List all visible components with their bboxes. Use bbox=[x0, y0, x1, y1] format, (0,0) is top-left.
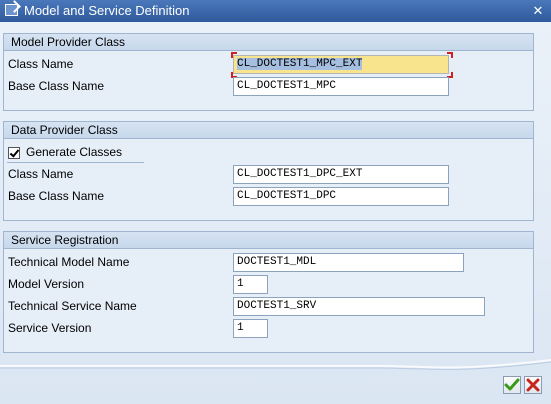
generate-classes-checkbox[interactable] bbox=[8, 147, 20, 159]
continue-button[interactable] bbox=[503, 376, 521, 394]
tech-model-name-input[interactable]: DOCTEST1_MDL bbox=[233, 253, 464, 272]
model-version-input[interactable]: 1 bbox=[233, 275, 268, 294]
mpc-class-name-label: Class Name bbox=[8, 57, 74, 71]
focus-corner bbox=[447, 52, 453, 58]
tech-model-name-label: Technical Model Name bbox=[8, 255, 130, 269]
tech-service-name-input[interactable]: DOCTEST1_SRV bbox=[233, 297, 485, 316]
footer-decoration bbox=[0, 359, 551, 370]
generate-classes-label[interactable]: Generate Classes bbox=[26, 145, 122, 159]
model-provider-header: Model Provider Class bbox=[4, 34, 533, 51]
data-provider-header: Data Provider Class bbox=[4, 122, 533, 139]
mpc-base-class-input[interactable]: CL_DOCTEST1_MPC bbox=[233, 77, 449, 96]
dpc-base-class-label: Base Class Name bbox=[8, 189, 105, 203]
service-version-input[interactable]: 1 bbox=[233, 319, 268, 338]
mpc-class-name-value: CL_DOCTEST1_MPC_EXT bbox=[237, 58, 363, 70]
cancel-button[interactable] bbox=[524, 376, 542, 394]
checkbox-underline bbox=[7, 162, 144, 163]
mpc-base-class-label: Base Class Name bbox=[8, 79, 105, 93]
tech-service-name-label: Technical Service Name bbox=[8, 299, 137, 313]
checkmark-icon bbox=[504, 378, 520, 391]
mpc-class-name-input[interactable]: CL_DOCTEST1_MPC_EXT bbox=[233, 55, 449, 74]
dpc-class-name-label: Class Name bbox=[8, 167, 74, 181]
cancel-x-icon bbox=[526, 378, 540, 392]
dpc-class-name-input[interactable]: CL_DOCTEST1_DPC_EXT bbox=[233, 165, 449, 184]
dpc-base-class-input[interactable]: CL_DOCTEST1_DPC bbox=[233, 187, 449, 206]
focus-corner bbox=[231, 52, 237, 58]
model-version-label: Model Version bbox=[8, 277, 85, 291]
service-version-label: Service Version bbox=[8, 321, 92, 335]
close-icon[interactable]: ✕ bbox=[529, 2, 547, 19]
service-registration-header: Service Registration bbox=[4, 232, 533, 249]
dialog-content: Model Provider Class Class Name CL_DOCTE… bbox=[0, 22, 551, 404]
dialog-icon bbox=[5, 4, 18, 16]
title-bar: Model and Service Definition ✕ bbox=[0, 0, 551, 22]
window-title: Model and Service Definition bbox=[24, 3, 190, 18]
